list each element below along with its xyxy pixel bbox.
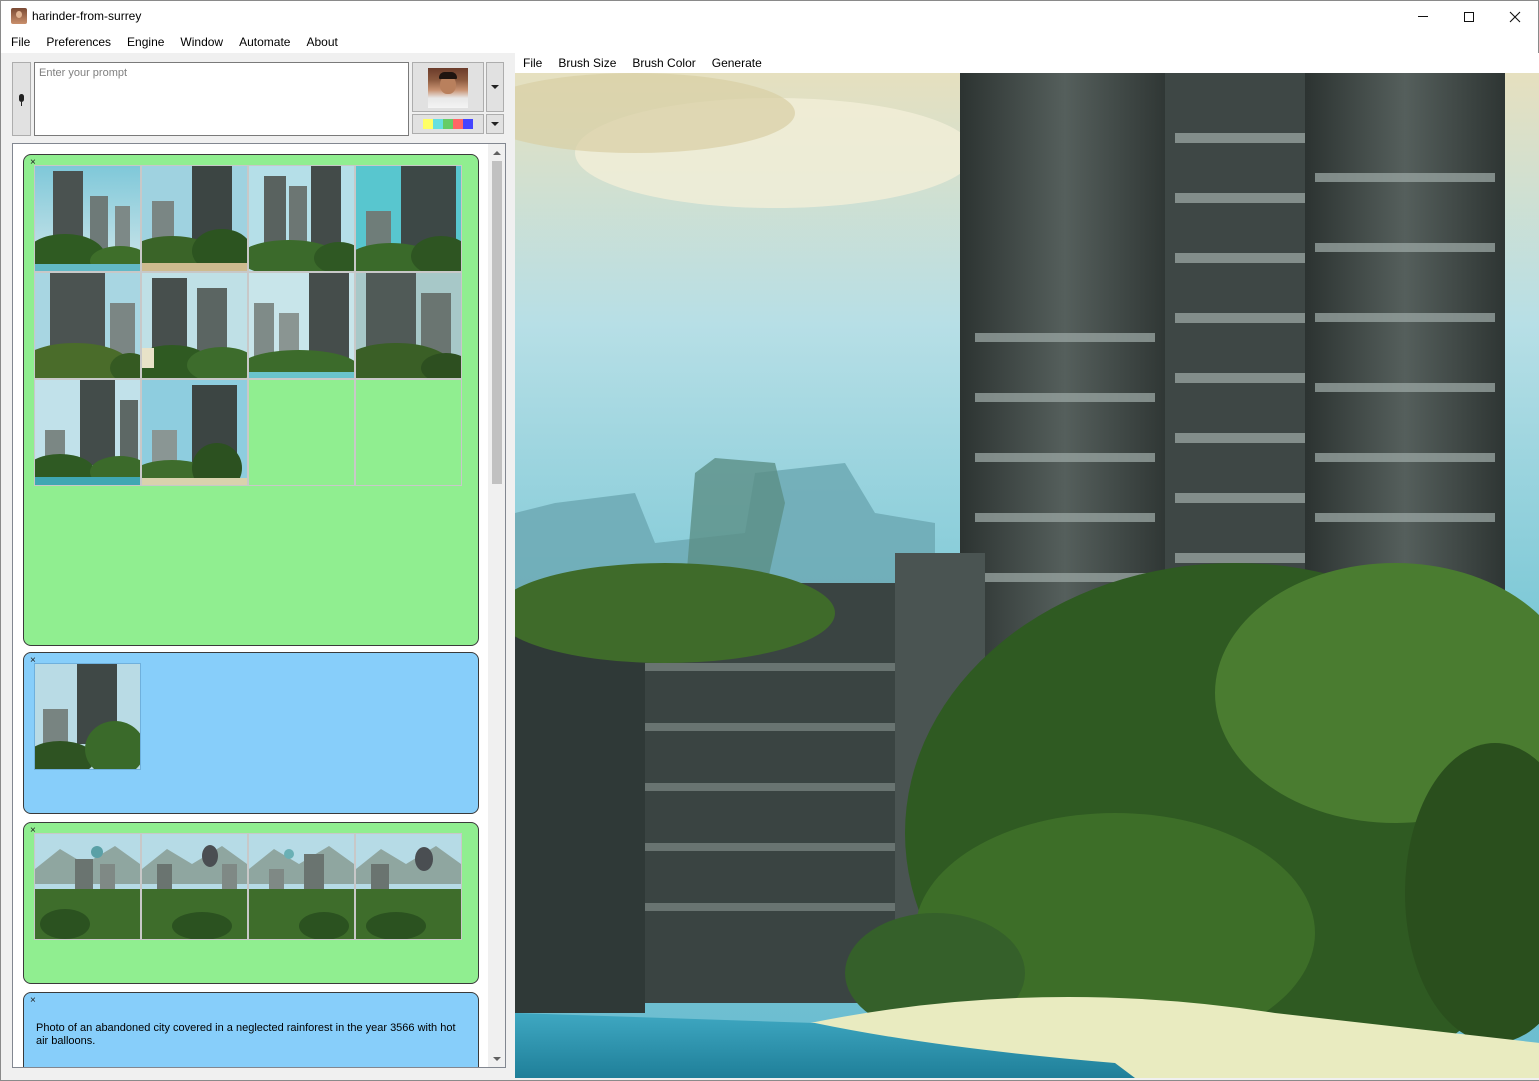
swatch-cyan bbox=[433, 119, 443, 129]
thumbnail[interactable] bbox=[141, 379, 248, 486]
menu-window[interactable]: Window bbox=[172, 32, 231, 53]
left-panel: × × bbox=[1, 53, 515, 1080]
prompt-input[interactable] bbox=[34, 62, 409, 136]
swatch-green bbox=[443, 119, 453, 129]
menu-preferences[interactable]: Preferences bbox=[38, 32, 119, 53]
menu-file[interactable]: File bbox=[1, 32, 38, 53]
avatar bbox=[428, 68, 468, 108]
empty-thumbnail-slot bbox=[355, 379, 462, 486]
history-list[interactable]: × × × × Photo of an abandoned city cover… bbox=[12, 143, 506, 1068]
close-button[interactable] bbox=[1492, 1, 1538, 32]
thumbnail[interactable] bbox=[141, 272, 248, 379]
thumbnail[interactable] bbox=[355, 165, 462, 272]
generated-image bbox=[515, 73, 1539, 1078]
close-icon bbox=[1509, 11, 1521, 22]
thumbnail[interactable] bbox=[34, 833, 141, 940]
canvas-menu-brush-color[interactable]: Brush Color bbox=[624, 53, 703, 73]
canvas-menu-file[interactable]: File bbox=[515, 53, 550, 73]
thumbnail[interactable] bbox=[248, 272, 355, 379]
canvas-panel: File Brush Size Brush Color Generate bbox=[515, 53, 1539, 1080]
canvas-menu-generate[interactable]: Generate bbox=[704, 53, 770, 73]
thumbnail[interactable] bbox=[34, 165, 141, 272]
history-card: × bbox=[23, 652, 479, 814]
title-bar[interactable]: harinder-from-surrey bbox=[1, 1, 1538, 32]
microphone-icon bbox=[18, 93, 25, 106]
engine-avatar-button[interactable] bbox=[412, 62, 484, 112]
prompt-text: Photo of an abandoned city covered in a … bbox=[36, 1022, 456, 1047]
swatch-red bbox=[453, 119, 463, 129]
chevron-up-icon bbox=[492, 150, 501, 155]
thumbnail[interactable] bbox=[141, 165, 248, 272]
minimize-button[interactable] bbox=[1400, 1, 1446, 32]
window-title: harinder-from-surrey bbox=[32, 9, 142, 23]
thumbnail[interactable] bbox=[141, 833, 248, 940]
empty-thumbnail-slot bbox=[248, 379, 355, 486]
canvas-menu-brush-size[interactable]: Brush Size bbox=[550, 53, 624, 73]
thumbnail[interactable] bbox=[34, 272, 141, 379]
thumbnail-grid bbox=[34, 165, 462, 486]
app-avatar-icon bbox=[11, 8, 27, 24]
chevron-down-icon bbox=[491, 85, 499, 89]
vertical-scrollbar[interactable] bbox=[488, 144, 505, 1067]
menu-about[interactable]: About bbox=[298, 32, 345, 53]
thumbnail[interactable] bbox=[34, 379, 141, 486]
maximize-button[interactable] bbox=[1446, 1, 1492, 32]
thumbnail[interactable] bbox=[248, 165, 355, 272]
image-canvas[interactable] bbox=[515, 73, 1539, 1078]
history-card: × Photo of an abandoned city covered in … bbox=[23, 992, 479, 1067]
palette-dropdown-button[interactable] bbox=[486, 114, 504, 134]
scroll-down-button[interactable] bbox=[488, 1050, 505, 1067]
thumbnail-grid bbox=[34, 833, 462, 940]
minimize-icon bbox=[1418, 16, 1428, 17]
scroll-up-button[interactable] bbox=[488, 144, 505, 161]
canvas-menu-bar: File Brush Size Brush Color Generate bbox=[515, 53, 1539, 73]
maximize-icon bbox=[1464, 11, 1474, 22]
thumbnail-grid bbox=[34, 663, 462, 770]
swatch-yellow bbox=[423, 119, 433, 129]
thumbnail[interactable] bbox=[248, 833, 355, 940]
microphone-button[interactable] bbox=[12, 62, 31, 136]
history-card: × bbox=[23, 154, 479, 646]
menu-engine[interactable]: Engine bbox=[119, 32, 172, 53]
thumbnail[interactable] bbox=[355, 272, 462, 379]
thumbnail[interactable] bbox=[355, 833, 462, 940]
color-swatches bbox=[423, 119, 473, 129]
history-card: × bbox=[23, 822, 479, 984]
thumbnail[interactable] bbox=[34, 663, 141, 770]
chevron-down-icon bbox=[491, 122, 499, 126]
swatch-blue bbox=[463, 119, 473, 129]
menu-automate[interactable]: Automate bbox=[231, 32, 298, 53]
palette-button[interactable] bbox=[412, 114, 484, 134]
avatar-dropdown-button[interactable] bbox=[486, 62, 504, 112]
chevron-down-icon bbox=[492, 1056, 501, 1061]
app-window: harinder-from-surrey File Preferences En… bbox=[0, 0, 1539, 1081]
card-close-icon[interactable]: × bbox=[30, 996, 36, 1006]
main-menu-bar: File Preferences Engine Window Automate … bbox=[1, 32, 1538, 53]
scrollbar-thumb[interactable] bbox=[492, 161, 502, 484]
